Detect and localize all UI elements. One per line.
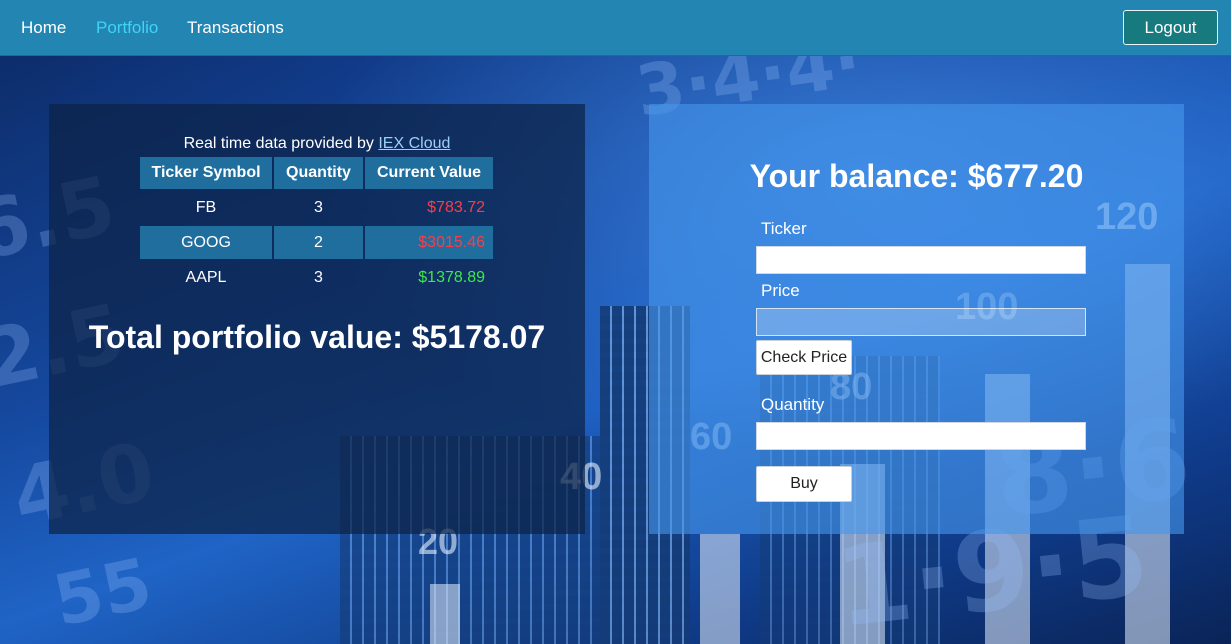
quantity-cell: 2 (274, 226, 363, 259)
price-label: Price (761, 281, 800, 300)
value-cell: $1378.89 (418, 268, 485, 286)
column-header-quantity: Quantity (274, 157, 363, 189)
ticker-cell: FB (195, 198, 217, 216)
svg-text:55: 55 (46, 542, 158, 642)
quantity-cell: 3 (314, 198, 323, 216)
value-cell: $783.72 (427, 198, 485, 216)
column-header-ticker: Ticker Symbol (140, 157, 272, 189)
table-row: AAPL 3 $1378.89 (140, 261, 493, 294)
value-cell: $3015.46 (365, 226, 493, 259)
ticker-label: Ticker (761, 219, 807, 238)
iex-cloud-link[interactable]: IEX Cloud (378, 135, 450, 152)
trade-panel: Your balance: $677.20 Ticker Price Check… (649, 104, 1184, 534)
data-attribution: Real time data provided by IEX Cloud (49, 135, 585, 153)
holdings-table: Ticker Symbol Quantity Current Value FB … (138, 155, 495, 296)
quantity-input[interactable] (756, 422, 1086, 450)
column-header-value: Current Value (365, 157, 493, 189)
nav-portfolio-link[interactable]: Portfolio (96, 18, 158, 38)
quantity-label: Quantity (761, 395, 825, 414)
ticker-cell: GOOG (140, 226, 272, 259)
nav-home-link[interactable]: Home (21, 18, 66, 38)
nav-transactions-link[interactable]: Transactions (187, 18, 284, 38)
check-price-button[interactable]: Check Price (756, 340, 852, 375)
balance-heading: Your balance: $677.20 (749, 158, 1084, 194)
ticker-cell: AAPL (185, 268, 227, 286)
table-header-row: Ticker Symbol Quantity Current Value (140, 157, 493, 189)
quantity-cell: 3 (314, 268, 323, 286)
table-row: GOOG 2 $3015.46 (140, 226, 493, 259)
portfolio-panel: Real time data provided by IEX Cloud Tic… (49, 104, 585, 534)
attribution-text: Real time data provided by (183, 135, 374, 152)
price-field[interactable] (756, 308, 1086, 336)
ticker-input[interactable] (756, 246, 1086, 274)
buy-button[interactable]: Buy (756, 466, 852, 502)
top-navbar: Home Portfolio Transactions Logout (0, 0, 1231, 56)
logout-button[interactable]: Logout (1123, 10, 1218, 45)
table-row: FB 3 $783.72 (140, 191, 493, 224)
total-portfolio-value: Total portfolio value: $5178.07 (88, 319, 546, 355)
